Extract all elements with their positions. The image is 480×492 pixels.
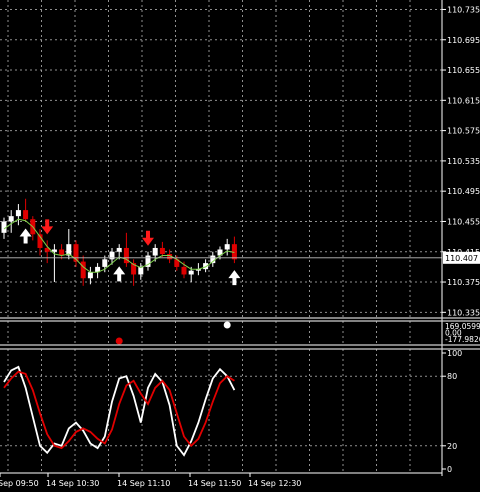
y-tick-label: 110.735 (447, 5, 480, 14)
indicator-tick-label: -177.9826 (445, 335, 480, 344)
candle-body (8, 216, 14, 222)
x-tick-label: 14 Sep 10:30 (46, 479, 99, 488)
y-tick-label: 110.335 (447, 308, 480, 317)
current-price-label: 110.407 (445, 254, 478, 263)
y-tick-label: 110.375 (447, 278, 480, 287)
stoch-tick-label: 0 (447, 465, 452, 474)
y-tick-label: 110.455 (447, 217, 480, 226)
candle-body (23, 210, 29, 220)
y-tick-label: 110.495 (447, 187, 480, 196)
indicator-dot (115, 337, 123, 345)
candle-body (224, 244, 230, 250)
stoch-tick-label: 20 (447, 442, 457, 451)
chart-background (0, 0, 480, 492)
candle-body (15, 210, 21, 217)
candle-body (188, 270, 194, 275)
candle-body (159, 247, 165, 255)
y-tick-label: 110.575 (447, 127, 480, 136)
x-tick-label: Sep 09:50 (0, 479, 39, 488)
y-tick-label: 110.535 (447, 157, 480, 166)
candle-body (51, 249, 57, 252)
x-tick-label: 14 Sep 11:10 (117, 479, 170, 488)
candle-body (102, 259, 108, 267)
indicator-dot (223, 321, 231, 329)
candle-body (80, 261, 86, 279)
candle-body (152, 247, 158, 256)
x-tick-label: 14 Sep 12:30 (248, 479, 301, 488)
chart-canvas: 110.735 110.695 110.655 110.615 110.575 110.5… (0, 0, 480, 492)
y-tick-label: 110.615 (447, 96, 480, 105)
x-tick-label: 14 Sep 11:50 (188, 479, 241, 488)
stoch-tick-label: 80 (447, 372, 457, 381)
y-tick-label: 110.655 (447, 66, 480, 75)
candle-body (87, 272, 93, 279)
y-tick-label: 110.695 (447, 36, 480, 45)
candle-body (181, 266, 187, 275)
stoch-tick-label: 100 (447, 349, 462, 358)
candle-body (116, 247, 122, 252)
